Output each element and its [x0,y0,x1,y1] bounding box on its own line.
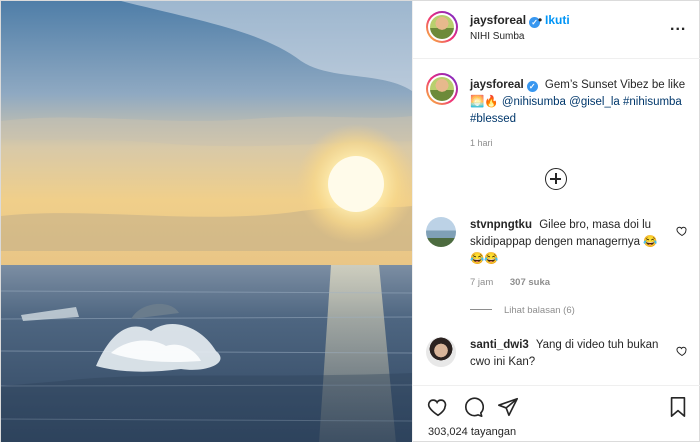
mention-link[interactable]: @nihisumba [502,96,566,108]
more-options-button[interactable]: ... [670,17,686,35]
verified-badge-icon: ✓ [526,81,538,92]
post-actions-bar: 303,024 tayangan [413,385,700,442]
view-replies-button[interactable]: Lihat balasan (6) [470,305,575,316]
comment-icon[interactable] [462,396,484,418]
post-video[interactable] [1,1,412,442]
comment-timestamp[interactable]: 7 jam [470,277,493,288]
commenter-avatar[interactable] [426,337,456,367]
instagram-post: jaysforeal ✓ • Ikuti NIHI Sumba ... jaysf… [0,0,700,442]
comment-heart-icon[interactable] [676,345,688,357]
comment-meta: 7 jam 307 suka [470,277,564,288]
commenter-username[interactable]: stvnpngtku [470,219,532,231]
hashtag-link[interactable]: #nihisumba [623,96,682,108]
caption-text: jaysforeal ✓ Gem’s Sunset Vibez be like 🌅… [470,77,690,128]
follow-button[interactable]: Ikuti [545,13,570,27]
author-username[interactable]: jaysforeal ✓ [470,13,541,28]
heart-icon[interactable] [427,396,449,418]
post-location[interactable]: NIHI Sumba [470,31,524,42]
commenter-avatar[interactable] [426,217,456,247]
follow-separator: • [538,13,543,27]
commenter-username[interactable]: santi_dwi3 [470,339,529,351]
hashtag-link[interactable]: #blessed [470,113,516,125]
post-header: jaysforeal ✓ • Ikuti NIHI Sumba ... [413,1,700,59]
caption-timestamp[interactable]: 1 hari [470,138,493,148]
post-side-panel: jaysforeal ✓ • Ikuti NIHI Sumba ... jaysf… [412,1,700,442]
replies-divider [470,309,492,310]
share-icon[interactable] [497,396,519,418]
author-avatar[interactable] [426,11,458,43]
comment-heart-icon[interactable] [676,225,688,237]
comment-text: santi_dwi3 Yang di video tuh bukan cwo i… [470,337,665,371]
mention-link[interactable]: @gisel_la [569,96,620,108]
caption-avatar[interactable] [426,73,458,105]
sunset-sea-image [1,1,412,442]
view-count[interactable]: 303,024 tayangan [428,426,516,438]
caption-username[interactable]: jaysforeal ✓ [470,79,538,92]
bookmark-icon[interactable] [667,396,689,418]
comment-likes[interactable]: 307 suka [510,277,550,288]
comment-text: stvnpngtku Gilee bro, masa doi lu skidip… [470,217,665,268]
load-more-comments-button[interactable] [545,168,567,190]
